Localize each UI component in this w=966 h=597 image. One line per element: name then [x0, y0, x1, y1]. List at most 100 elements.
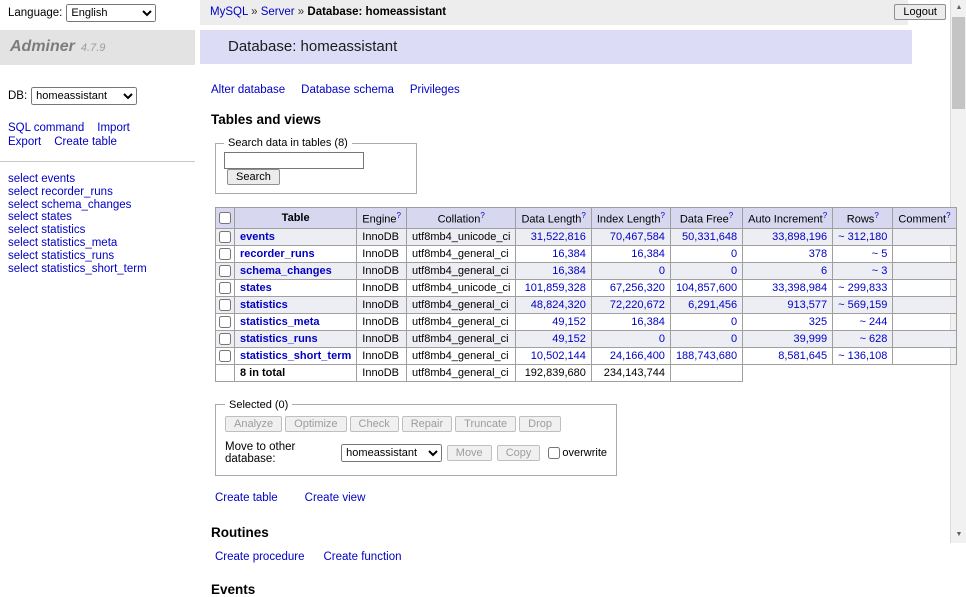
logout-button[interactable]: Logout [894, 4, 946, 20]
sidebar-table-link-recorder-runs[interactable]: select recorder_runs [8, 186, 195, 199]
column-help-link[interactable]: ? [823, 211, 827, 220]
optimize-button[interactable]: Optimize [285, 416, 346, 432]
move-button[interactable]: Move [447, 445, 492, 461]
rows-link[interactable]: ~ 244 [860, 316, 888, 328]
auto-increment-link[interactable]: 378 [809, 248, 827, 260]
column-help-link[interactable]: ? [946, 211, 950, 220]
index-length-link[interactable]: 0 [659, 333, 665, 345]
column-help-link[interactable]: ? [729, 211, 733, 220]
search-input[interactable] [224, 152, 364, 169]
index-length-link[interactable]: 70,467,584 [610, 231, 665, 243]
rows-link[interactable]: ~ 299,833 [838, 282, 887, 294]
data-free-link[interactable]: 0 [731, 248, 737, 260]
data-length-link[interactable]: 16,384 [552, 248, 586, 260]
table-link-statistics-runs[interactable]: statistics_runs [240, 333, 318, 345]
column-help-link[interactable]: ? [397, 211, 401, 220]
rows-link[interactable]: ~ 628 [860, 333, 888, 345]
auto-increment-link[interactable]: 39,999 [794, 333, 828, 345]
database-schema-link[interactable]: Database schema [301, 84, 394, 96]
breadcrumb-link-mysql[interactable]: MySQL [210, 6, 248, 18]
data-length-link[interactable]: 48,824,320 [531, 299, 586, 311]
auto-increment-link[interactable]: 33,398,984 [772, 282, 827, 294]
data-length-link[interactable]: 16,384 [552, 265, 586, 277]
drop-button[interactable]: Drop [519, 416, 561, 432]
sidebar-table-link-statistics-meta[interactable]: select statistics_meta [8, 237, 195, 250]
repair-button[interactable]: Repair [402, 416, 452, 432]
sidebar-link-import[interactable]: Import [97, 122, 130, 134]
row-checkbox-statistics[interactable] [219, 299, 231, 311]
table-link-schema-changes[interactable]: schema_changes [240, 265, 332, 277]
index-length-link[interactable]: 16,384 [631, 316, 665, 328]
column-help-link[interactable]: ? [874, 211, 878, 220]
sidebar-link-sql-command[interactable]: SQL command [8, 122, 84, 134]
sidebar-table-link-schema-changes[interactable]: select schema_changes [8, 199, 195, 212]
auto-increment-link[interactable]: 913,577 [787, 299, 827, 311]
row-checkbox-statistics-short-term[interactable] [219, 350, 231, 362]
sidebar-table-link-statistics-runs[interactable]: select statistics_runs [8, 250, 195, 263]
sidebar-table-link-statistics[interactable]: select statistics [8, 224, 195, 237]
move-db-select[interactable]: homeassistant [341, 444, 442, 462]
auto-increment-link[interactable]: 33,898,196 [772, 231, 827, 243]
auto-increment-link[interactable]: 6 [821, 265, 827, 277]
auto-increment-link[interactable]: 8,581,645 [778, 350, 827, 362]
copy-button[interactable]: Copy [497, 445, 541, 461]
data-free-link[interactable]: 104,857,600 [676, 282, 737, 294]
sidebar-table-link-states[interactable]: select states [8, 211, 195, 224]
breadcrumb-link-server[interactable]: Server [261, 6, 295, 18]
data-free-link[interactable]: 50,331,648 [682, 231, 737, 243]
scrollbar-down-arrow[interactable]: ▼ [951, 527, 966, 543]
table-link-states[interactable]: states [240, 282, 272, 294]
sidebar-table-link-events[interactable]: select events [8, 173, 195, 186]
data-length-link[interactable]: 31,522,816 [531, 231, 586, 243]
index-length-link[interactable]: 72,220,672 [610, 299, 665, 311]
overwrite-checkbox[interactable] [548, 447, 560, 459]
create-function-link[interactable]: Create function [324, 551, 402, 563]
language-select[interactable]: English [66, 4, 156, 22]
alter-database-link[interactable]: Alter database [211, 84, 285, 96]
data-free-link[interactable]: 0 [731, 265, 737, 277]
rows-link[interactable]: ~ 136,108 [838, 350, 887, 362]
data-free-link[interactable]: 0 [731, 333, 737, 345]
data-length-link[interactable]: 10,502,144 [531, 350, 586, 362]
table-link-statistics-meta[interactable]: statistics_meta [240, 316, 320, 328]
scrollbar-thumb[interactable] [952, 17, 965, 109]
create-view-link[interactable]: Create view [305, 492, 366, 504]
row-checkbox-recorder-runs[interactable] [219, 248, 231, 260]
row-checkbox-schema-changes[interactable] [219, 265, 231, 277]
index-length-link[interactable]: 24,166,400 [610, 350, 665, 362]
column-help-link[interactable]: ? [660, 211, 664, 220]
scrollbar-up-arrow[interactable]: ▲ [951, 0, 966, 16]
app-logo[interactable]: Adminer [10, 38, 75, 55]
row-checkbox-states[interactable] [219, 282, 231, 294]
index-length-link[interactable]: 67,256,320 [610, 282, 665, 294]
create-table-link[interactable]: Create table [215, 492, 278, 504]
rows-link[interactable]: ~ 3 [872, 265, 888, 277]
data-free-link[interactable]: 188,743,680 [676, 350, 737, 362]
check-button[interactable]: Check [350, 416, 399, 432]
auto-increment-link[interactable]: 325 [809, 316, 827, 328]
data-length-link[interactable]: 49,152 [552, 333, 586, 345]
create-procedure-link[interactable]: Create procedure [215, 551, 305, 563]
table-link-events[interactable]: events [240, 231, 275, 243]
rows-link[interactable]: ~ 5 [872, 248, 888, 260]
row-checkbox-statistics-runs[interactable] [219, 333, 231, 345]
sidebar-link-export[interactable]: Export [8, 136, 41, 148]
rows-link[interactable]: ~ 569,159 [838, 299, 887, 311]
select-all-checkbox[interactable] [219, 212, 231, 224]
index-length-link[interactable]: 0 [659, 265, 665, 277]
sidebar-table-link-statistics-short-term[interactable]: select statistics_short_term [8, 263, 195, 276]
column-help-link[interactable]: ? [581, 211, 585, 220]
data-free-link[interactable]: 0 [731, 316, 737, 328]
table-link-statistics[interactable]: statistics [240, 299, 288, 311]
data-length-link[interactable]: 49,152 [552, 316, 586, 328]
analyze-button[interactable]: Analyze [225, 416, 282, 432]
data-length-link[interactable]: 101,859,328 [525, 282, 586, 294]
search-button[interactable]: Search [227, 169, 280, 185]
row-checkbox-statistics-meta[interactable] [219, 316, 231, 328]
column-help-link[interactable]: ? [480, 211, 484, 220]
row-checkbox-events[interactable] [219, 231, 231, 243]
table-link-recorder-runs[interactable]: recorder_runs [240, 248, 315, 260]
db-select[interactable]: homeassistant [31, 87, 137, 105]
privileges-link[interactable]: Privileges [410, 84, 460, 96]
sidebar-link-create-table[interactable]: Create table [54, 136, 117, 148]
